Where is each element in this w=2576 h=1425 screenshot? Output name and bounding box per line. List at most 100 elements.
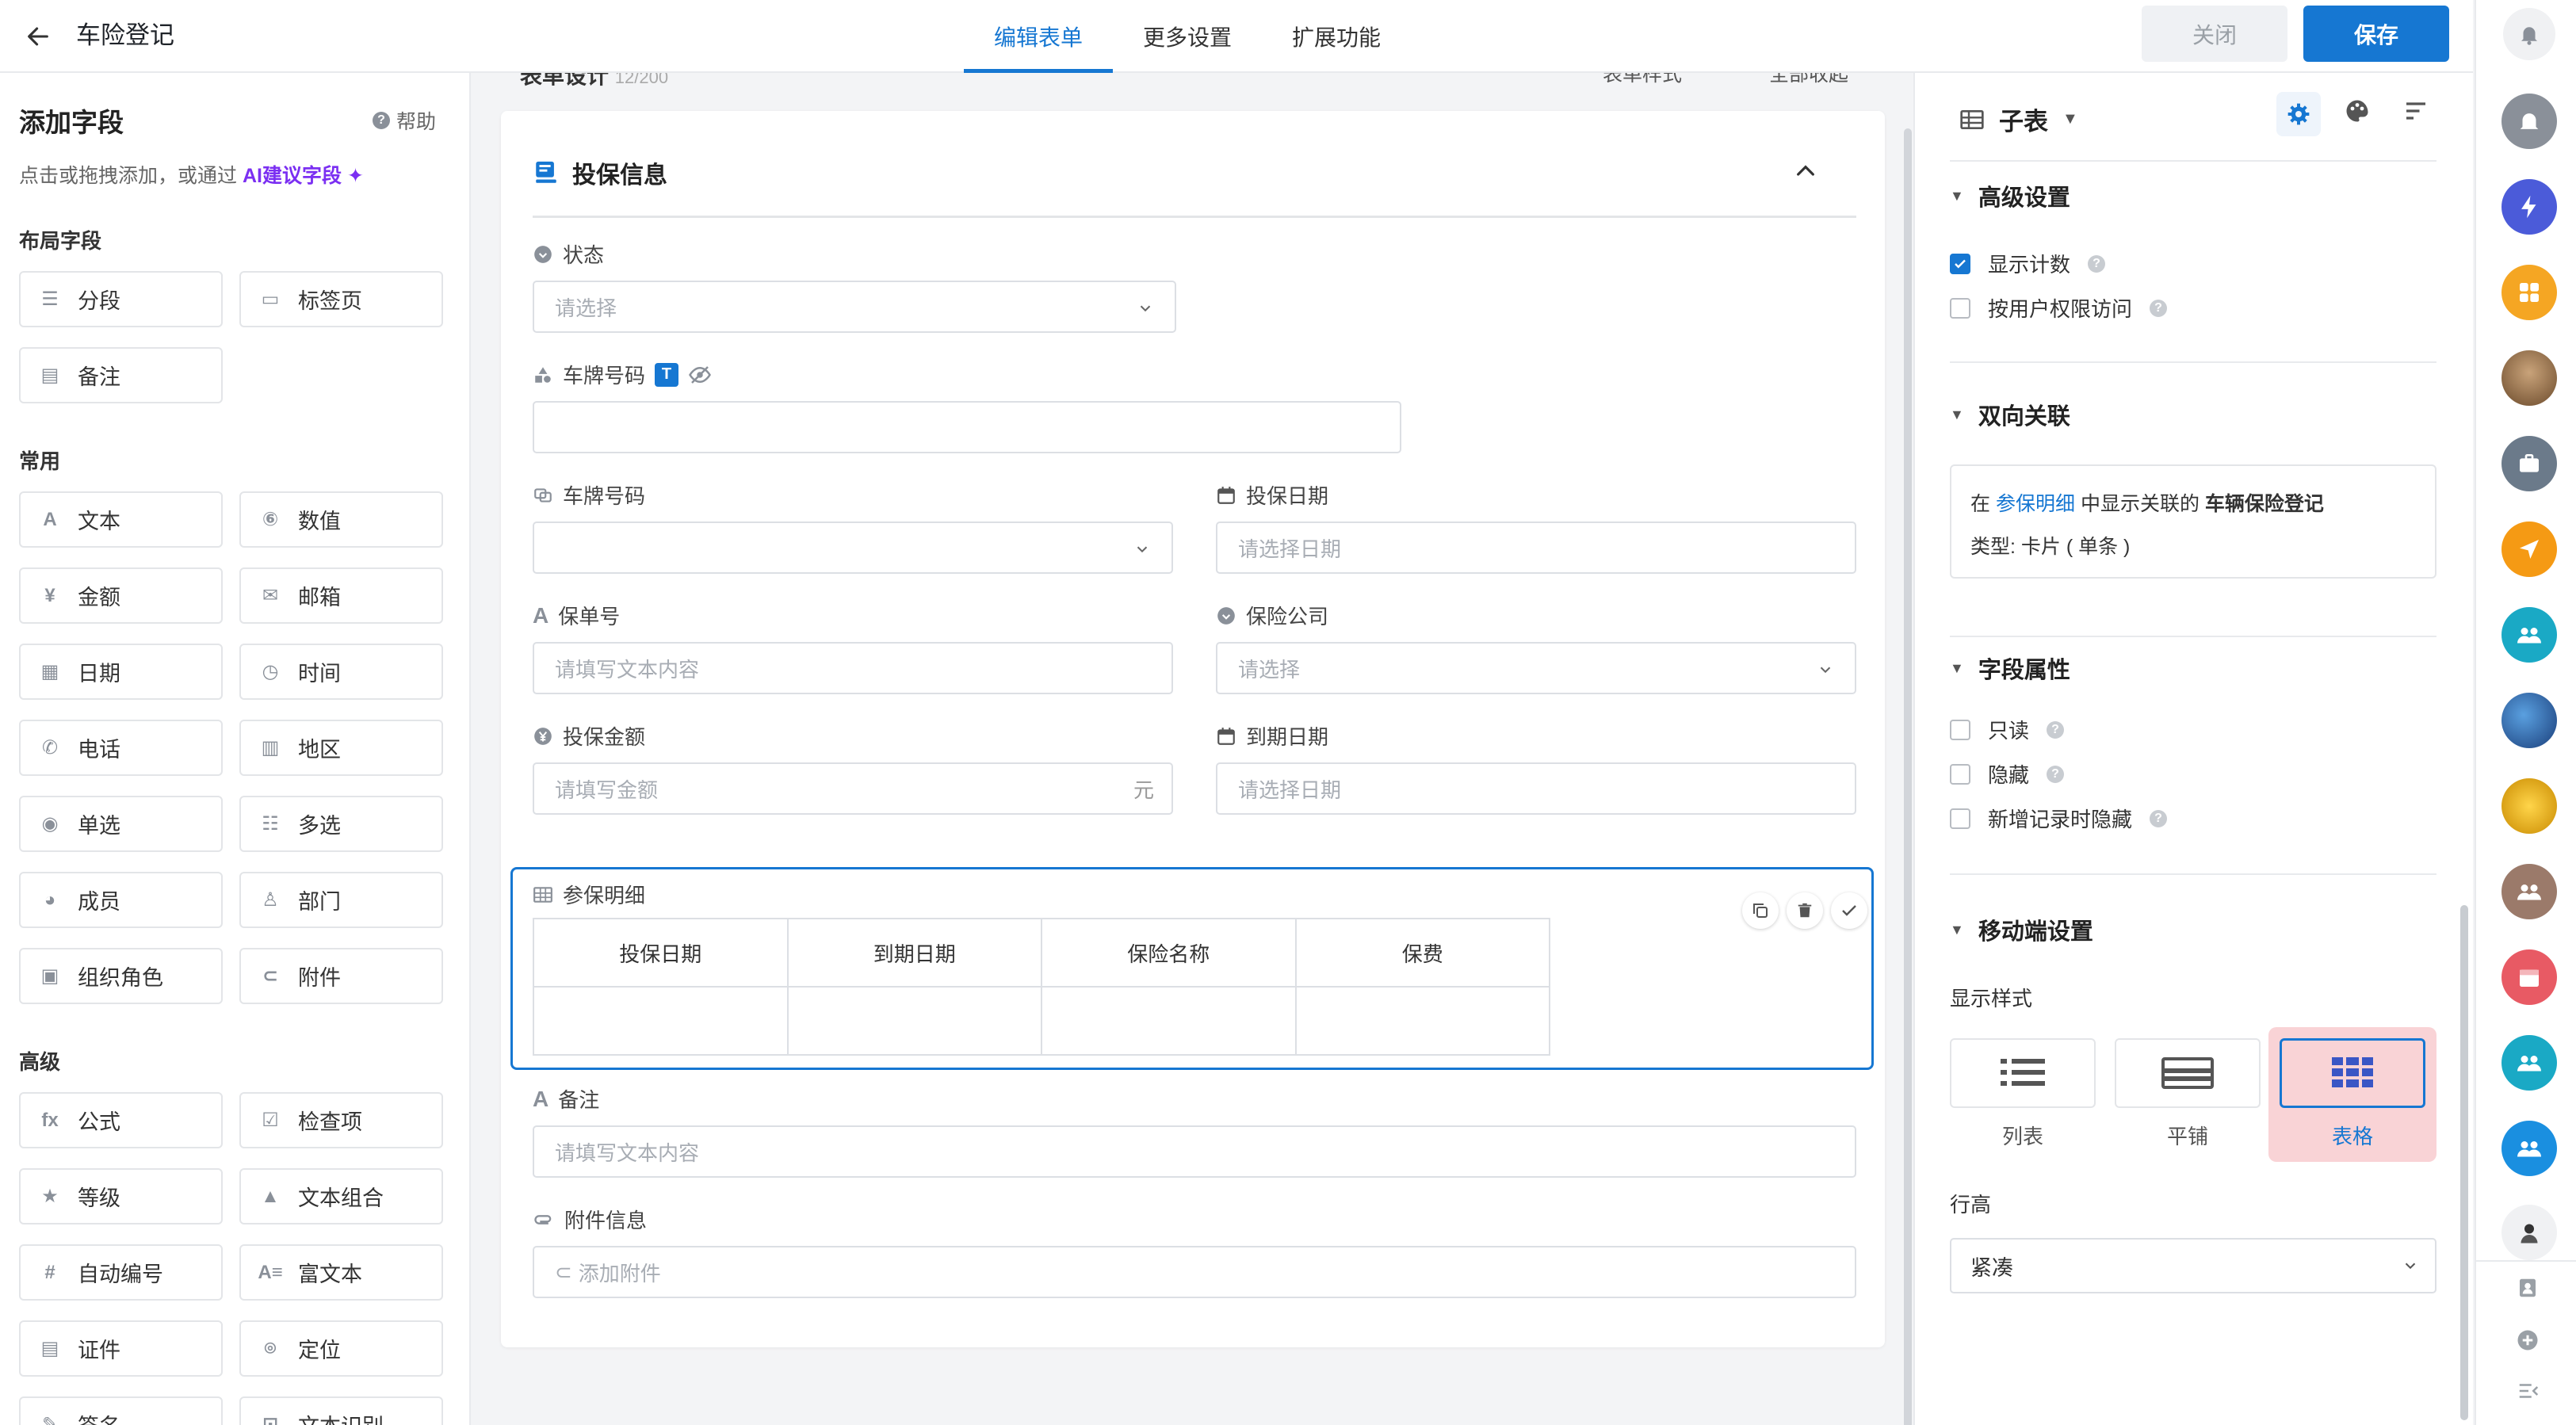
checkbox-checked[interactable] [1950, 253, 1970, 274]
user-avatar-icon[interactable] [2501, 1205, 2557, 1260]
bidir-field-link[interactable]: 参保明细 [1996, 493, 2075, 515]
section-mobile-header[interactable]: ▼ 移动端设置 [1950, 913, 2093, 946]
lightning-app-icon[interactable] [2501, 179, 2557, 235]
group-avatar-icon[interactable] [2501, 864, 2557, 919]
status-select[interactable]: 请选择 [533, 281, 1176, 333]
field-single-select[interactable]: ◉ 单选 [19, 796, 223, 852]
field-region[interactable]: ▥ 地区 [239, 720, 443, 776]
field-number[interactable]: ⑥ 数值 [239, 491, 443, 548]
section-props-header[interactable]: ▼ 字段属性 [1950, 651, 2070, 685]
chevron-up-icon[interactable] [1793, 159, 1818, 184]
ai-suggest-link[interactable]: AI建议字段 [243, 165, 342, 187]
checkbox[interactable] [1950, 297, 1970, 319]
save-button[interactable]: 保存 [2303, 6, 2449, 62]
contacts-icon[interactable] [2516, 1276, 2540, 1300]
style-tile-option[interactable]: 平铺 [2115, 1038, 2261, 1157]
field-member[interactable]: ◕ 成员 [19, 872, 223, 928]
copy-icon[interactable] [1742, 892, 1779, 929]
plate-text-input[interactable] [533, 401, 1401, 453]
sort-lines-icon[interactable] [2402, 97, 2430, 125]
field-attachment[interactable]: ⊂ 附件 [239, 948, 443, 1004]
field-amount[interactable]: ¥ 金额 [19, 567, 223, 624]
help-icon[interactable]: ? [2047, 765, 2065, 783]
add-circle-icon[interactable] [2516, 1328, 2540, 1352]
field-date[interactable]: ▦ 日期 [19, 644, 223, 700]
attach-upload[interactable]: ⊂ 添加附件 [533, 1246, 1856, 1298]
form-scrollbar[interactable] [1904, 128, 1912, 1425]
field-note[interactable]: ▤ 备注 [19, 347, 223, 403]
field-text-combo[interactable]: ▲ 文本组合 [239, 1168, 443, 1224]
earth-avatar-icon[interactable] [2501, 693, 2557, 748]
help-icon[interactable]: ? [2150, 809, 2168, 827]
insure-date-input[interactable]: 请选择日期 [1216, 521, 1856, 574]
field-id-card[interactable]: ▤ 证件 [19, 1320, 223, 1377]
field-department[interactable]: ♙ 部门 [239, 872, 443, 928]
help-icon[interactable]: ? [2047, 720, 2065, 739]
palette-icon[interactable] [2343, 97, 2372, 125]
tab-extensions[interactable]: 扩展功能 [1262, 0, 1411, 73]
field-phone[interactable]: ✆ 电话 [19, 720, 223, 776]
field-signature[interactable]: ✎ 签名 [19, 1396, 223, 1425]
checkbox[interactable] [1950, 808, 1970, 829]
help-icon[interactable]: ? [2150, 299, 2168, 317]
section-advanced-header[interactable]: ▼ 高级设置 [1950, 179, 2070, 212]
form-style-link[interactable]: 表单样式 [1603, 73, 1682, 87]
back-arrow-icon[interactable] [19, 17, 57, 55]
help-link[interactable]: ? 帮助 [373, 106, 436, 135]
field-org-role[interactable]: ▣ 组织角色 [19, 948, 223, 1004]
checkbox[interactable] [1950, 763, 1970, 785]
field-ocr[interactable]: ⊡ 文本识别 [239, 1396, 443, 1425]
tab-edit-form[interactable]: 编辑表单 [964, 0, 1114, 73]
field-location[interactable]: ⌾ 定位 [239, 1320, 443, 1377]
field-type-dropdown[interactable]: 子表 ▼ [1959, 101, 2078, 137]
policy-no-input[interactable]: 请填写文本内容 [533, 642, 1173, 694]
cat-avatar-icon[interactable] [2501, 350, 2557, 406]
field-autonumber[interactable]: # 自动编号 [19, 1244, 223, 1301]
company-select[interactable]: 请选择 [1216, 642, 1856, 694]
field-multi-select[interactable]: ☷ 多选 [239, 796, 443, 852]
field-text[interactable]: A 文本 [19, 491, 223, 548]
coin-avatar-icon[interactable] [2501, 778, 2557, 834]
section-bidir-header[interactable]: ▼ 双向关联 [1950, 398, 2070, 431]
help-icon[interactable]: ? [2088, 254, 2106, 273]
user-permission-option[interactable]: 按用户权限访问 ? [1950, 293, 2168, 323]
checkbox[interactable] [1950, 719, 1970, 740]
collapse-menu-icon[interactable] [2516, 1379, 2541, 1403]
briefcase-app-icon[interactable] [2501, 436, 2557, 491]
group-header[interactable]: 投保信息 [533, 155, 667, 190]
field-tabs[interactable]: ▭ 标签页 [239, 271, 443, 327]
show-count-option[interactable]: 显示计数 ? [1950, 249, 2106, 278]
trash-icon[interactable] [1787, 892, 1823, 929]
readonly-option[interactable]: 只读 ? [1950, 715, 2065, 744]
team-app-icon[interactable] [2501, 1035, 2557, 1091]
field-rating[interactable]: ★ 等级 [19, 1168, 223, 1224]
field-rich-text[interactable]: A≡ 富文本 [239, 1244, 443, 1301]
send-app-icon[interactable] [2501, 521, 2557, 577]
collapse-all-link[interactable]: 全部收起 [1769, 73, 1848, 87]
amount-input[interactable]: 请填写金额 元 [533, 762, 1173, 815]
team-app-icon[interactable] [2501, 607, 2557, 663]
tab-more-settings[interactable]: 更多设置 [1113, 0, 1262, 73]
panel-scrollbar[interactable] [2460, 905, 2468, 1420]
close-button[interactable]: 关闭 [2142, 6, 2287, 62]
row-height-select[interactable]: 紧凑 [1950, 1238, 2436, 1293]
style-list-option[interactable]: 列表 [1950, 1038, 2096, 1157]
field-section[interactable]: ☰ 分段 [19, 271, 223, 327]
style-table-option-selected[interactable]: 表格 [2268, 1027, 2436, 1162]
calendar-app-icon[interactable] [2501, 949, 2557, 1005]
field-time[interactable]: ◷ 时间 [239, 644, 443, 700]
checkmark-icon[interactable] [1831, 892, 1867, 929]
gear-icon[interactable] [2276, 92, 2321, 136]
grid-app-icon[interactable] [2501, 265, 2557, 320]
field-email[interactable]: ✉ 邮箱 [239, 567, 443, 624]
field-checkbox[interactable]: ☑ 检查项 [239, 1092, 443, 1148]
expire-date-input[interactable]: 请选择日期 [1216, 762, 1856, 815]
field-formula[interactable]: fx 公式 [19, 1092, 223, 1148]
hide-on-new-option[interactable]: 新增记录时隐藏 ? [1950, 804, 2168, 833]
team-app-icon[interactable] [2501, 1121, 2557, 1176]
plate-rel-select[interactable] [533, 521, 1173, 574]
remark-input[interactable]: 请填写文本内容 [533, 1125, 1856, 1178]
bell-icon[interactable] [2503, 8, 2555, 60]
hidden-option[interactable]: 隐藏 ? [1950, 759, 2065, 789]
bell-avatar-icon[interactable] [2501, 94, 2557, 149]
